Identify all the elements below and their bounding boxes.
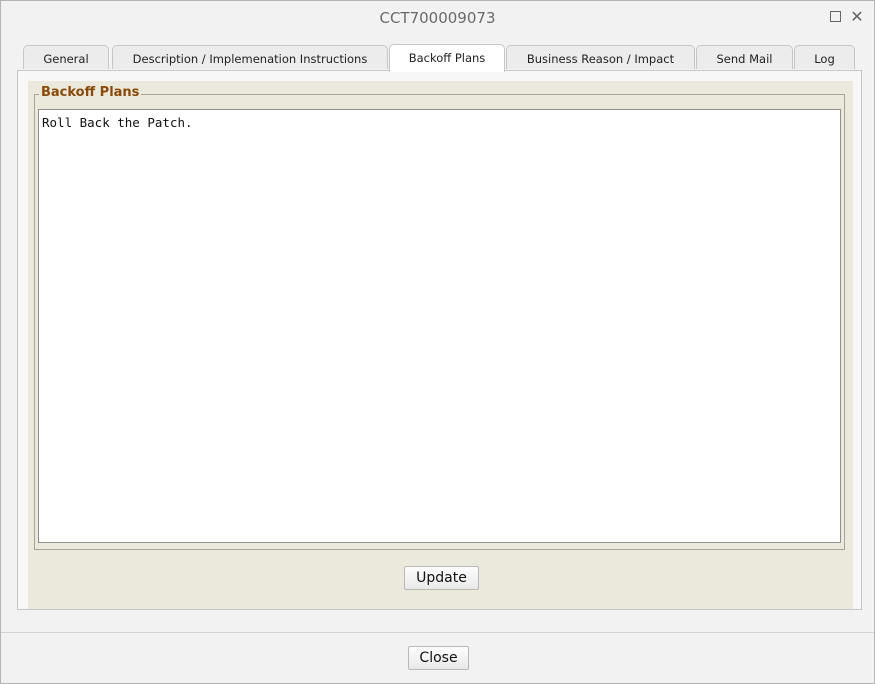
tab-backoff-plans[interactable]: Backoff Plans [389,44,505,72]
update-button[interactable]: Update [404,566,479,590]
backoff-plans-panel: Backoff Plans Roll Back the Patch. Updat… [28,81,853,609]
maximize-icon[interactable] [827,8,843,26]
tab-general[interactable]: General [23,45,109,69]
footer-divider [1,632,874,633]
tab-panel: General Description / Implemenation Inst… [17,44,862,610]
tab-bar: General Description / Implemenation Inst… [23,44,863,72]
backoff-plans-textarea[interactable]: Roll Back the Patch. [38,109,841,543]
tab-description[interactable]: Description / Implemenation Instructions [112,45,388,69]
title-bar[interactable]: CCT700009073 ✕ [1,1,874,35]
tab-log[interactable]: Log [794,45,855,69]
backoff-plans-fieldset: Backoff Plans Roll Back the Patch. [34,85,845,550]
tab-content-frame: Backoff Plans Roll Back the Patch. Updat… [17,70,862,610]
close-button[interactable]: Close [408,646,469,670]
dialog-window: CCT700009073 ✕ General Description / Imp… [0,0,875,684]
close-icon[interactable]: ✕ [849,8,865,26]
window-title: CCT700009073 [379,9,496,27]
tab-business-reason[interactable]: Business Reason / Impact [506,45,695,69]
fieldset-legend: Backoff Plans [39,85,142,100]
tab-send-mail[interactable]: Send Mail [696,45,793,69]
